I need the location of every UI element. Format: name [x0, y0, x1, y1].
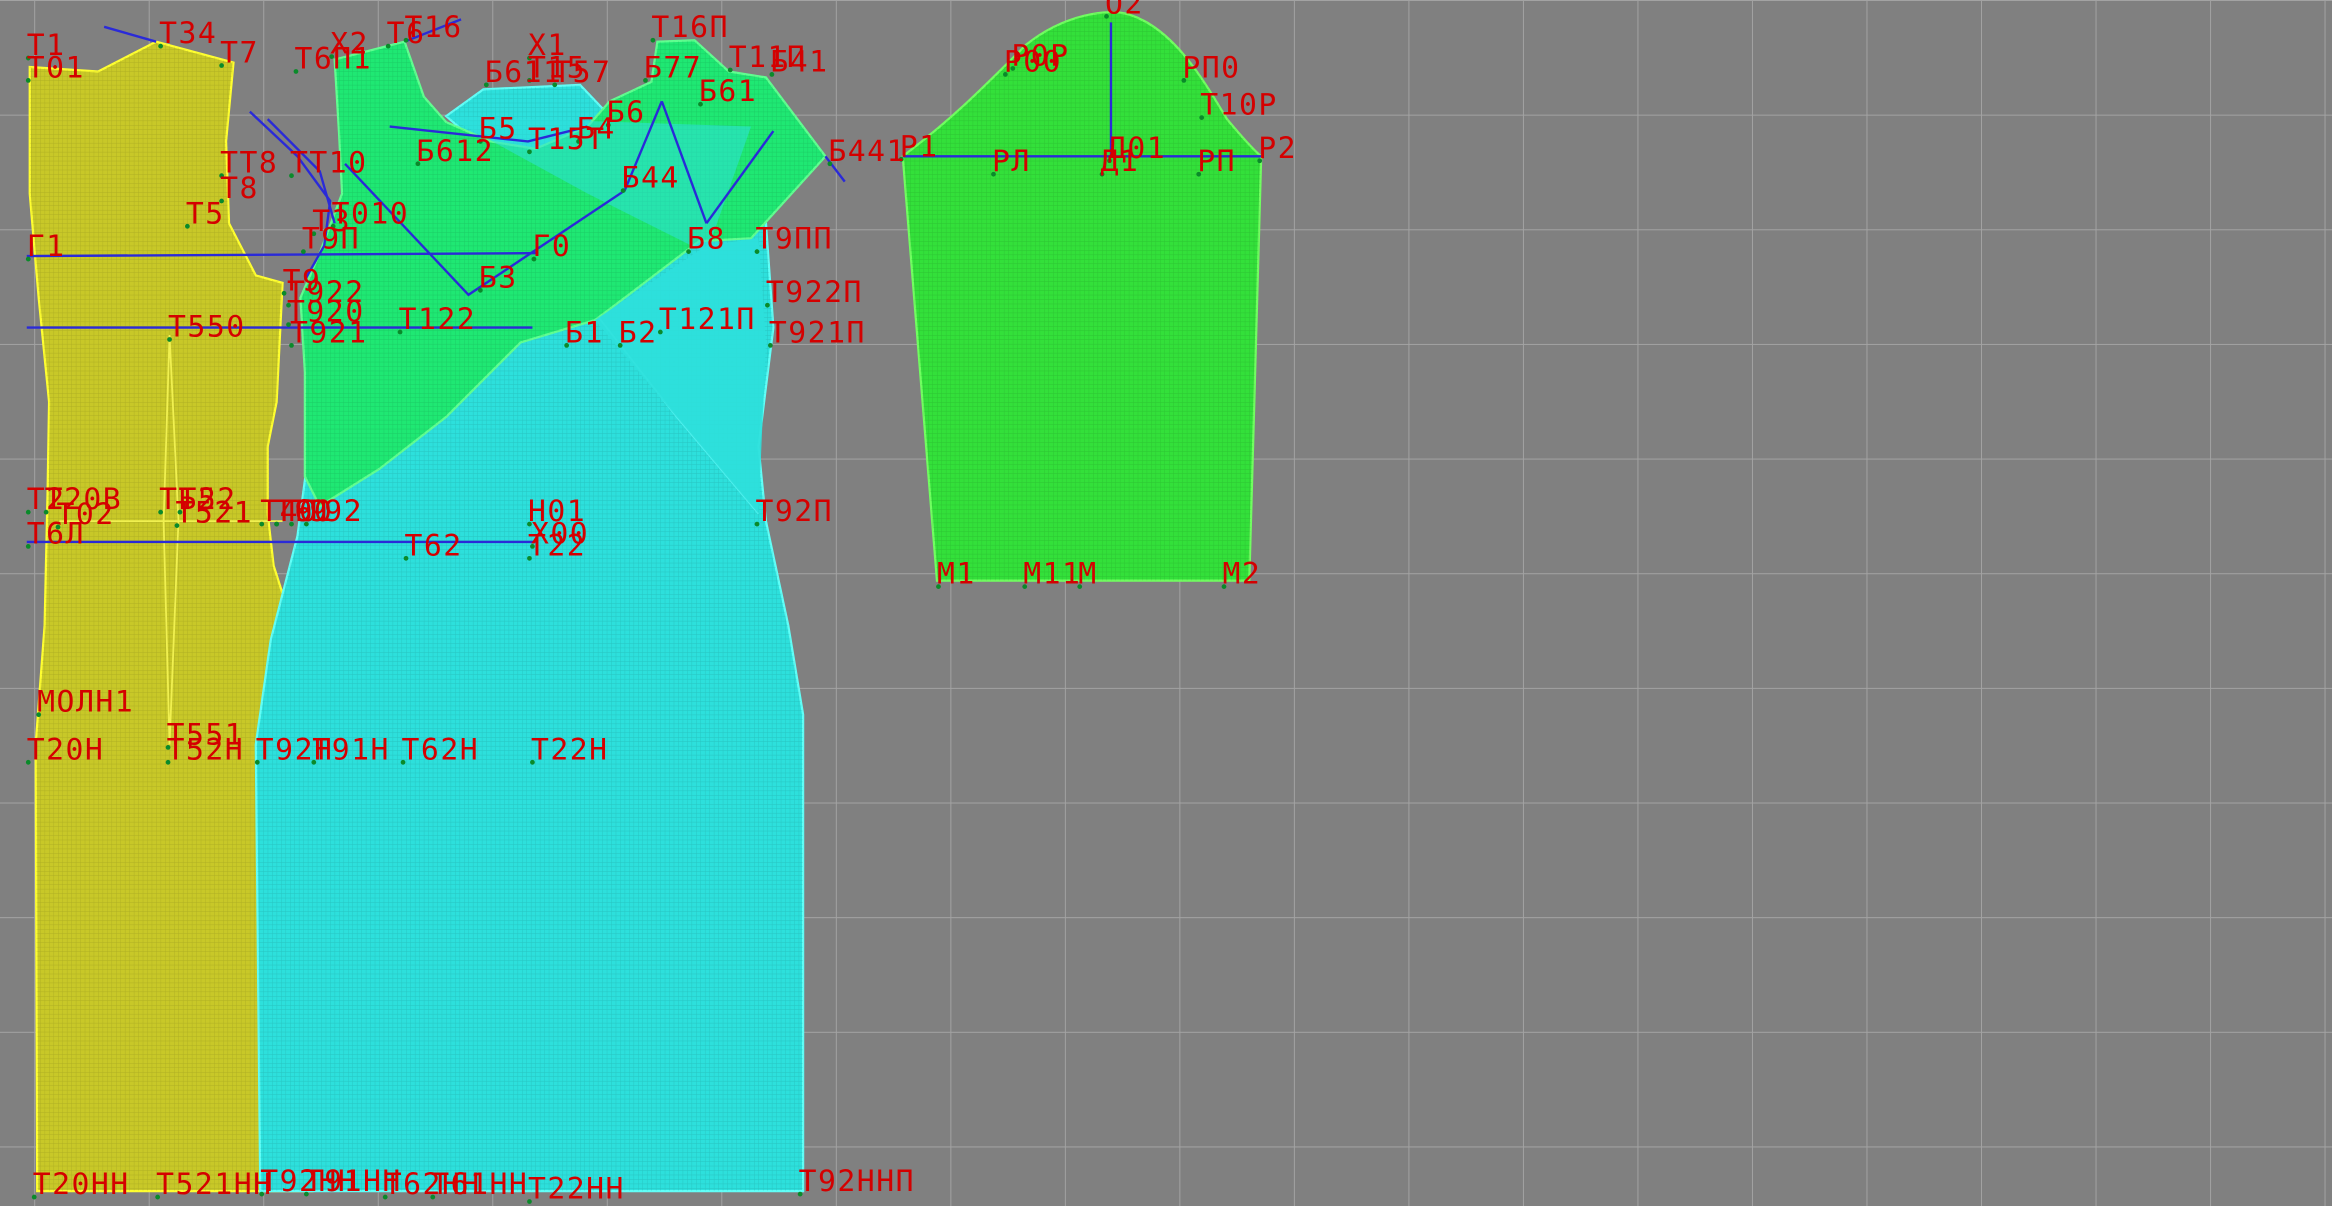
back-point-label-20: Т20Н [27, 732, 105, 767]
front-point-label-34: Т922П [766, 275, 863, 310]
front-point-label-54: Б441 [828, 134, 906, 169]
front-point-label-51: Т61НН [431, 1167, 528, 1202]
front-point-label-27: Б3 [479, 260, 518, 295]
front-point-label-31: Т121П [659, 302, 756, 337]
front-point-label-22: Т3 [312, 204, 351, 239]
front-point-label-11: Б77 [644, 50, 702, 85]
sleeve-point-label-4: Т10Р [1200, 88, 1278, 123]
front-point-label-36: Т92П [756, 494, 834, 529]
back-point-label-9: Т550 [168, 309, 246, 344]
back-point-label-22: Т52Н [167, 732, 245, 767]
back-point-label-1: Т01 [27, 50, 85, 85]
sleeve-point-label-12: М11 [1023, 557, 1081, 592]
sleeve-point-label-11: М1 [937, 557, 976, 592]
back-point-label-5: ТТ8 [220, 146, 278, 181]
front-point-label-32: Б8 [687, 222, 726, 257]
front-point-label-15: Б612 [416, 134, 494, 169]
front-point-label-10: Б41 [770, 44, 828, 79]
front-point-label-26: Г0 [532, 229, 571, 264]
back-point-label-6: Т5 [186, 196, 225, 231]
sleeve-point-label-6: РЛ [992, 144, 1031, 179]
sleeve-point-label-14: М2 [1223, 557, 1262, 592]
front-point-label-7: Т57 [553, 55, 611, 90]
sleeve-point-label-13: М [1078, 557, 1097, 592]
sleeve-point-label-5: Р1 [900, 129, 939, 164]
front-point-label-25: Т921 [290, 315, 368, 350]
sleeve-point-label-2: Р0Р [1011, 38, 1069, 73]
back-point-label-23: Т20НН [33, 1167, 130, 1202]
front-point-label-1: Т6П1 [294, 41, 372, 76]
pattern-drawing[interactable]: Т1Т01Т34Т7Т8ТТ8Т5Г1Т9Т550Т2Т20В ТБ2Т52Т52… [0, 0, 2332, 1206]
back-point-label-7: Г1 [27, 229, 66, 264]
front-point-label-17: Б4 [577, 111, 616, 146]
front-point-label-8: Т16П [651, 10, 729, 45]
back-point-label-3: Т7 [220, 36, 259, 71]
front-point-label-28: Т122 [399, 302, 477, 337]
back-point-label-2: Т34 [159, 16, 217, 51]
front-point-label-39: Т92 [305, 494, 363, 529]
front-point-label-46: Т62Н [402, 732, 480, 767]
back-point-label-24: Т521НН [156, 1167, 272, 1202]
sleeve-point-label-0: О2 [1105, 0, 1144, 21]
sleeve-point-label-8: Д1 [1101, 144, 1140, 179]
front-point-label-42: Т22 [528, 528, 586, 563]
sleeve-point-label-10: Р2 [1258, 131, 1297, 166]
front-point-label-18: Б44 [622, 161, 680, 196]
front-point-label-52: Т22НН [528, 1172, 625, 1206]
sleeve-point-label-9: РП [1197, 144, 1236, 179]
front-point-label-53: Т92ННП [799, 1164, 915, 1199]
front-point-label-33: Т9ПП [756, 222, 834, 257]
sleeve-point-label-3: РП0 [1182, 50, 1240, 85]
front-point-label-45: Т91Н [312, 732, 390, 767]
back-point-label-18: Т6Л [27, 516, 85, 551]
front-point-label-3: Т16 [405, 10, 463, 45]
pattern-canvas[interactable]: Т1 Т01 Т34 Т7 Т8 ТТ8 Т5 Г1 Т9 Т550 Т2 Т20В ТБ2 Т52 Т52… [0, 0, 2332, 1206]
back-point-label-19: МОЛН1 [37, 685, 134, 720]
front-point-label-29: Б1 [565, 315, 604, 350]
front-point-label-19: ТТ10 [290, 146, 368, 181]
back-point-label-14: Т521 [175, 496, 253, 531]
front-point-label-47: Т22Н [531, 732, 609, 767]
front-point-label-43: Т62 [405, 528, 463, 563]
front-point-label-30: Б2 [619, 315, 658, 350]
front-point-label-35: Т921П [769, 315, 866, 350]
front-point-label-12: Б61 [699, 74, 757, 109]
